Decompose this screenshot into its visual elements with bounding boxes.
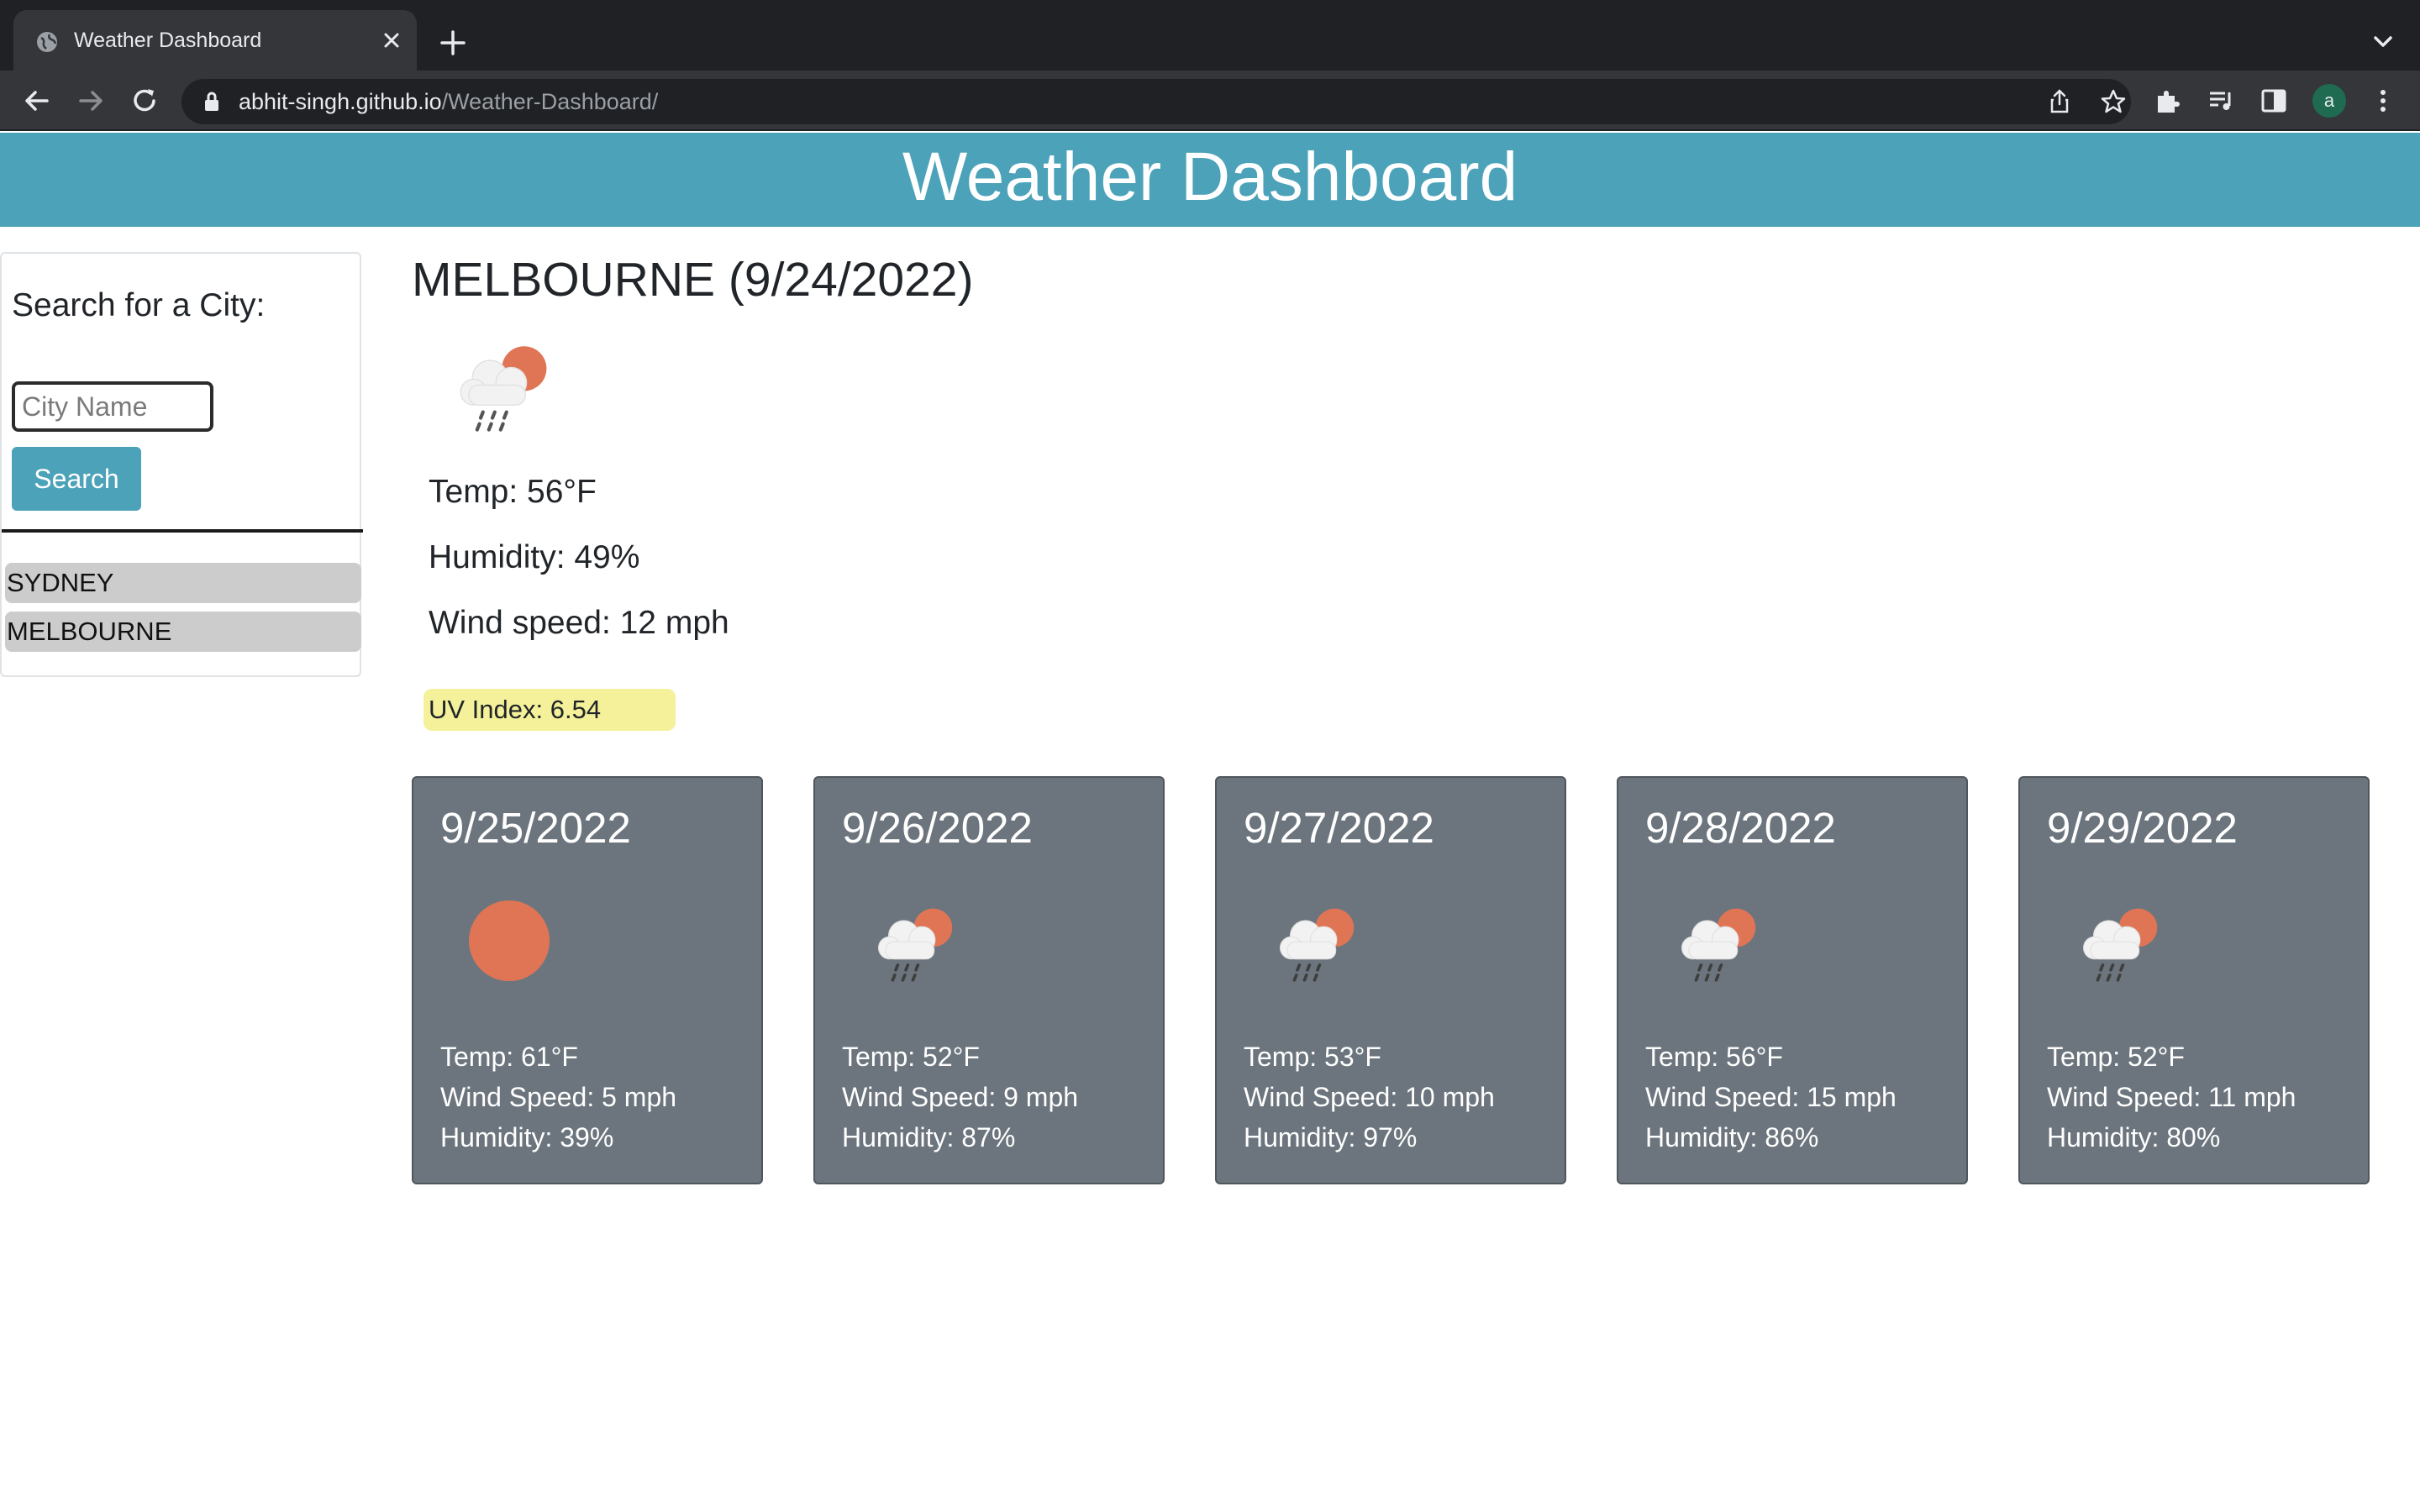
search-button[interactable]: Search: [12, 447, 141, 511]
forecast-date: 9/29/2022: [2047, 804, 2238, 852]
forecast-humidity: Humidity: 97%: [1244, 1122, 1418, 1152]
forecast-date: 9/25/2022: [440, 804, 631, 852]
rain-cloud-sun-icon: [460, 346, 547, 432]
forecast-date: 9/27/2022: [1244, 804, 1434, 852]
forecast-humidity: Humidity: 39%: [440, 1122, 614, 1152]
forecast-humidity: Humidity: 80%: [2047, 1122, 2221, 1152]
browser-toolbar: abhit-singh.github.io/Weather-Dashboard/: [0, 71, 2420, 131]
close-icon[interactable]: [375, 24, 408, 57]
profile-avatar[interactable]: a: [2312, 84, 2346, 118]
forecast-date: 9/26/2022: [842, 804, 1033, 852]
forecast-temp: Temp: 52°F: [842, 1042, 980, 1072]
forecast-humidity: Humidity: 86%: [1645, 1122, 1819, 1152]
forecast-temp: Temp: 61°F: [440, 1042, 578, 1072]
bookmark-star-icon[interactable]: [2099, 87, 2128, 116]
forecast-wind-speed: Wind Speed: 5 mph: [440, 1082, 677, 1112]
rain-cloud-sun-icon: [1681, 908, 1756, 982]
current-wind-speed: Wind speed: 12 mph: [429, 605, 729, 641]
rain-cloud-sun-icon: [878, 908, 953, 982]
browser-tab[interactable]: Weather Dashboard: [13, 10, 417, 71]
weather-main: MELBOURNE (9/24/2022) Temp: 56°F Humidit…: [412, 252, 2378, 1478]
divider: [2, 529, 363, 533]
forecast-temp: Temp: 56°F: [1645, 1042, 1783, 1072]
browser-tab-strip: Weather Dashboard: [0, 0, 2420, 71]
history-item-melbourne[interactable]: MELBOURNE: [5, 612, 361, 652]
forecast-date: 9/28/2022: [1645, 804, 1836, 852]
forecast-temp: Temp: 53°F: [1244, 1042, 1381, 1072]
side-panel-icon[interactable]: [2259, 86, 2289, 116]
extensions-puzzle-icon[interactable]: [2153, 86, 2183, 116]
new-tab-plus-icon[interactable]: [434, 24, 472, 62]
rain-cloud-sun-icon: [2083, 908, 2158, 982]
forecast-wind-speed: Wind Speed: 10 mph: [1244, 1082, 1495, 1112]
forecast-card: 9/29/2022 Temp: 52°F Wind Speed: 11 mph …: [2018, 776, 2370, 1184]
city-search-input[interactable]: [12, 381, 213, 432]
lock-icon: [205, 92, 218, 111]
rain-cloud-sun-icon: [1280, 908, 1355, 982]
globe-icon: [37, 32, 57, 52]
address-bar[interactable]: abhit-singh.github.io/Weather-Dashboard/: [182, 79, 2131, 124]
forecast-card: 9/27/2022 Temp: 53°F Wind Speed: 10 mph …: [1215, 776, 1566, 1184]
forecast-card: 9/26/2022 Temp: 52°F Wind Speed: 9 mph H…: [813, 776, 1165, 1184]
history-item-sydney[interactable]: SYDNEY: [5, 563, 361, 603]
forecast-humidity: Humidity: 87%: [842, 1122, 1016, 1152]
forecast-wind-speed: Wind Speed: 15 mph: [1645, 1082, 1897, 1112]
sun-icon: [469, 900, 550, 981]
page-content: Weather Dashboard Search for a City: Sea…: [0, 133, 2420, 1512]
kebab-menu-icon[interactable]: [2368, 86, 2398, 116]
uv-index-badge: UV Index: 6.54: [424, 689, 676, 731]
page-header: Weather Dashboard: [0, 133, 2420, 227]
forecast-wind-speed: Wind Speed: 9 mph: [842, 1082, 1079, 1112]
media-queue-icon[interactable]: [2207, 86, 2237, 116]
search-sidebar: Search for a City: Search SYDNEY MELBOUR…: [0, 252, 363, 677]
search-label: Search for a City:: [12, 287, 266, 323]
forecast-card: 9/25/2022 Temp: 61°F Wind Speed: 5 mph H…: [412, 776, 763, 1184]
current-temp: Temp: 56°F: [429, 474, 597, 510]
share-icon[interactable]: [2045, 87, 2074, 116]
url-text: abhit-singh.github.io/Weather-Dashboard/: [239, 89, 659, 114]
chevron-down-icon[interactable]: [2366, 25, 2400, 59]
tab-title: Weather Dashboard: [74, 29, 262, 52]
back-arrow-icon[interactable]: [18, 82, 55, 119]
current-city-heading: MELBOURNE (9/24/2022): [412, 253, 974, 307]
page-title: Weather Dashboard: [902, 139, 1518, 215]
reload-icon[interactable]: [126, 82, 163, 119]
forecast-wind-speed: Wind Speed: 11 mph: [2047, 1082, 2296, 1112]
forecast-temp: Temp: 52°F: [2047, 1042, 2185, 1072]
forward-arrow-icon[interactable]: [72, 82, 109, 119]
current-humidity: Humidity: 49%: [429, 539, 640, 575]
forecast-card: 9/28/2022 Temp: 56°F Wind Speed: 15 mph …: [1617, 776, 1968, 1184]
